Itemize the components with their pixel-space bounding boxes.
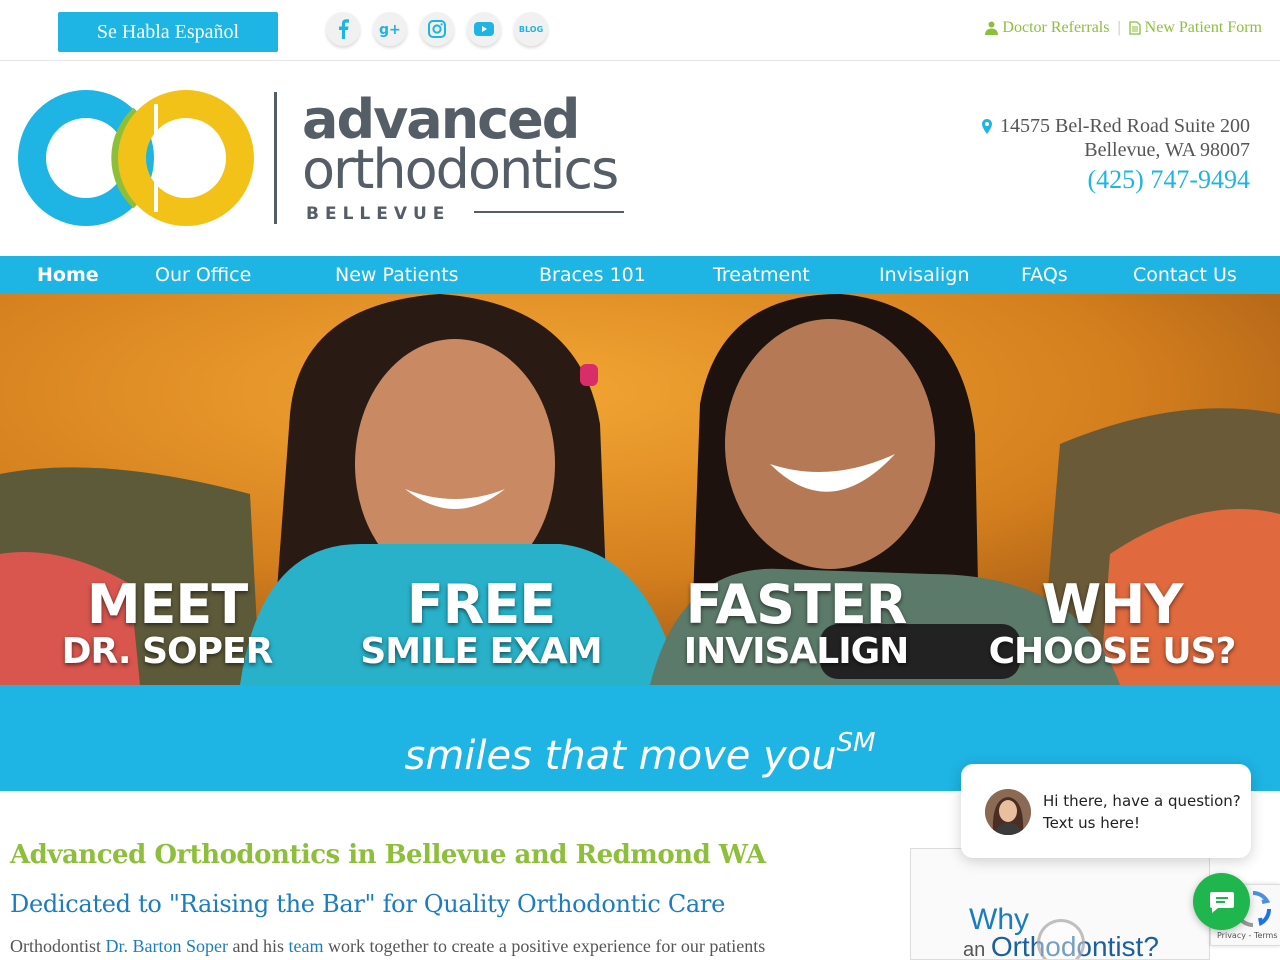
intro-paragraph: Orthodontist Dr. Barton Soper and his te… [10,936,765,957]
site-logo[interactable]: advanced orthodontics BELLEVUE [18,88,628,228]
play-icon[interactable] [1037,919,1085,959]
map-marker-icon [982,118,993,134]
new-patient-form-link[interactable]: New Patient Form [1129,19,1262,37]
cta-faster-invisalign[interactable]: FASTER INVISALIGN [671,578,921,672]
dr-soper-link[interactable]: Dr. Barton Soper [106,936,228,956]
youtube-icon[interactable] [467,12,501,46]
video-thumbnail[interactable]: Why an Orthodontist? [910,848,1210,960]
cta-meet-line2: DR. SOPER [61,631,274,672]
chat-message: Hi there, have a question? Text us here! [1043,792,1241,832]
nav-new-patients[interactable]: New Patients [335,256,459,294]
top-links: Doctor Referrals | New Patient Form [985,19,1262,37]
video-title-an: an [963,939,991,960]
nav-home[interactable]: Home [37,256,99,294]
cta-why-line2: CHOOSE US? [988,631,1237,672]
user-md-icon [985,21,999,35]
facebook-icon[interactable] [326,12,360,46]
nav-our-office[interactable]: Our Office [155,256,251,294]
cta-free-line1: FREE [406,573,556,636]
para-prefix: Orthodontist [10,936,106,956]
doctor-referrals-link[interactable]: Doctor Referrals [985,19,1109,37]
agent-avatar [985,789,1031,835]
logo-bellevue: BELLEVUE [306,204,450,224]
link-separator: | [1117,19,1121,36]
doctor-referrals-label: Doctor Referrals [1002,19,1110,36]
nav-braces-101[interactable]: Braces 101 [539,256,646,294]
nav-faqs[interactable]: FAQs [1021,256,1068,294]
cta-faster-line1: FASTER [685,573,908,636]
chat-icon [1209,891,1234,913]
para-mid: and his [228,936,289,956]
cta-why-choose-us[interactable]: WHY CHOOSE US? [987,578,1237,672]
blog-label: BLOG [518,24,544,34]
top-bar: Se Habla Español g+ BLOG Doctor Referral… [0,0,1280,61]
chat-open-button[interactable] [1193,873,1250,930]
cta-meet-line1: MEET [86,573,248,636]
page-subheading: Dedicated to "Raising the Bar" for Quali… [10,890,725,918]
address-line-2: Bellevue, WA 98007 [1084,139,1250,161]
cta-meet-dr-soper[interactable]: MEET DR. SOPER [42,578,292,672]
address-line-1: 14575 Bel-Red Road Suite 200 [1000,115,1250,137]
cta-why-line1: WHY [1041,573,1184,636]
new-patient-form-label: New Patient Form [1144,19,1262,36]
page-heading: Advanced Orthodontics in Bellevue and Re… [10,840,766,870]
cta-free-smile-exam[interactable]: FREE SMILE EXAM [356,578,606,672]
blog-icon[interactable]: BLOG [514,12,548,46]
recaptcha-links[interactable]: Privacy - Terms [1217,931,1278,940]
spanish-button[interactable]: Se Habla Español [58,12,278,52]
google-plus-icon[interactable]: g+ [373,12,407,46]
cta-free-line2: SMILE EXAM [360,631,602,672]
svg-text:g+: g+ [379,22,401,37]
service-mark: SM [836,728,876,758]
chat-prompt-bubble[interactable]: Hi there, have a question? Text us here! [961,764,1251,858]
address-block: 14575 Bel-Red Road Suite 200 Bellevue, W… [982,114,1250,162]
logo-orthodontics: orthodontics [302,138,617,201]
cta-faster-line2: INVISALIGN [683,631,910,672]
para-suffix: work together to create a positive exper… [323,936,766,956]
nav-treatment[interactable]: Treatment [713,256,810,294]
phone-number[interactable]: (425) 747-9494 [1088,165,1250,195]
nav-contact-us[interactable]: Contact Us [1133,256,1237,294]
file-text-icon [1129,21,1141,35]
tagline-text: smiles that move you [404,733,837,779]
nav-invisalign[interactable]: Invisalign [879,256,969,294]
main-nav: Home Our Office New Patients Braces 101 … [0,256,1280,294]
instagram-icon[interactable] [420,12,454,46]
team-link[interactable]: team [289,936,324,956]
